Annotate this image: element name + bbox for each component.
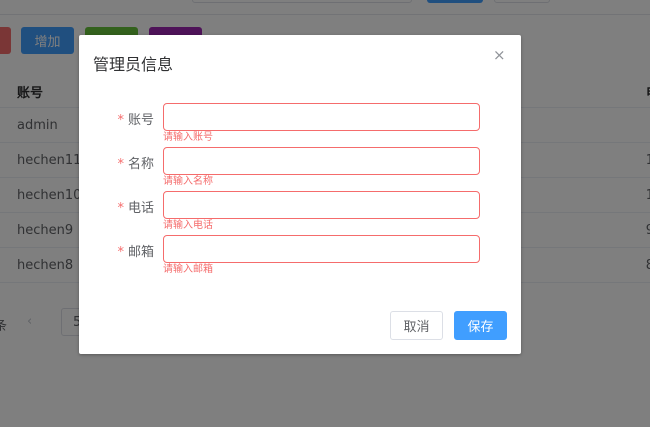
field-label-text: 邮箱 [127, 245, 154, 260]
dialog-title: 管理员信息 [93, 55, 174, 74]
email-input[interactable] [163, 235, 480, 263]
field-label-account: * 账号 [79, 109, 154, 128]
form-item-phone: * 电话 请输入电话 [79, 191, 521, 235]
cancel-button[interactable]: 取消 [390, 311, 443, 340]
required-mark: * [117, 201, 124, 216]
account-input[interactable] [163, 103, 480, 131]
email-error-message: 请输入邮箱 [163, 264, 213, 275]
field-label-email: * 邮箱 [79, 241, 154, 260]
required-mark: * [117, 113, 124, 128]
required-mark: * [117, 245, 124, 260]
phone-error-message: 请输入电话 [163, 220, 213, 231]
name-error-message: 请输入名称 [163, 176, 213, 187]
phone-input[interactable] [163, 191, 480, 219]
admin-info-dialog: 管理员信息 × * 账号 请输入账号 * 名称 请输入名称 * 电话 请输入电话 * 邮… [79, 35, 521, 354]
form-item-email: * 邮箱 请输入邮箱 [79, 235, 521, 279]
name-input[interactable] [163, 147, 480, 175]
required-mark: * [117, 157, 124, 172]
field-label-name: * 名称 [79, 153, 154, 172]
field-label-text: 名称 [127, 157, 154, 172]
account-error-message: 请输入账号 [163, 132, 213, 143]
field-label-text: 账号 [127, 113, 154, 128]
field-label-text: 电话 [127, 201, 154, 216]
save-button[interactable]: 保存 [454, 311, 507, 340]
form-item-account: * 账号 请输入账号 [79, 103, 521, 147]
field-label-phone: * 电话 [79, 197, 154, 216]
form-item-name: * 名称 请输入名称 [79, 147, 521, 191]
close-icon[interactable]: × [493, 47, 506, 63]
